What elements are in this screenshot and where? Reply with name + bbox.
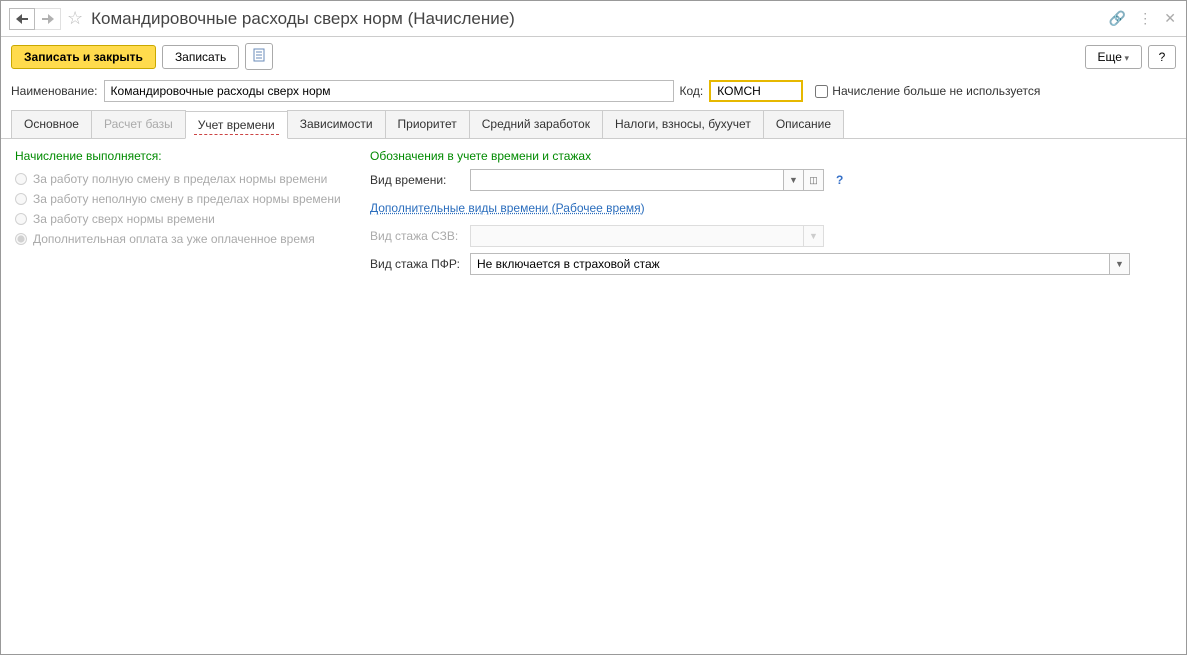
chevron-down-icon: ▼ (809, 231, 818, 241)
szv-dropdown-button: ▼ (804, 225, 824, 247)
tab-avg[interactable]: Средний заработок (469, 110, 603, 138)
name-input[interactable] (104, 80, 674, 102)
radio-partial-shift-label: За работу неполную смену в пределах норм… (33, 192, 341, 206)
nav-forward-button[interactable] (35, 8, 61, 30)
document-button[interactable] (245, 43, 273, 70)
left-section-title: Начисление выполняется: (15, 149, 350, 163)
toolbar: Записать и закрыть Записать Еще ? (1, 37, 1186, 76)
radio-additional-pay-label: Дополнительная оплата за уже оплаченное … (33, 232, 315, 246)
name-code-row: Наименование: Код: Начисление больше не … (1, 76, 1186, 110)
save-button[interactable]: Записать (162, 45, 239, 69)
close-icon[interactable]: ✕ (1164, 10, 1176, 27)
not-used-checkbox[interactable] (815, 85, 828, 98)
right-section-title: Обозначения в учете времени и стажах (370, 149, 1172, 163)
time-type-label: Вид времени: (370, 173, 464, 187)
nav-back-button[interactable] (9, 8, 35, 30)
pfr-input[interactable] (470, 253, 1110, 275)
arrow-left-icon (16, 14, 28, 24)
radio-full-shift (15, 173, 27, 185)
page-title: Командировочные расходы сверх норм (Начи… (91, 9, 1109, 29)
radio-overtime-label: За работу сверх нормы времени (33, 212, 215, 226)
tab-time-body: Начисление выполняется: За работу полную… (1, 139, 1186, 291)
save-and-close-button[interactable]: Записать и закрыть (11, 45, 156, 69)
chevron-down-icon: ▼ (789, 175, 798, 185)
document-icon (253, 48, 265, 62)
link-icon[interactable]: 🔗 (1109, 10, 1126, 27)
time-type-open-button[interactable]: ◫ (804, 169, 824, 191)
szv-label: Вид стажа СЗВ: (370, 229, 464, 243)
szv-input (470, 225, 804, 247)
tab-tax[interactable]: Налоги, взносы, бухучет (602, 110, 764, 138)
open-icon: ◫ (809, 175, 818, 186)
tab-desc[interactable]: Описание (763, 110, 844, 138)
time-type-help-icon[interactable]: ? (836, 173, 843, 187)
arrow-right-icon (42, 14, 54, 24)
radio-additional-pay (15, 233, 27, 245)
pfr-label: Вид стажа ПФР: (370, 257, 464, 271)
tab-priority[interactable]: Приоритет (385, 110, 470, 138)
not-used-label: Начисление больше не используется (832, 84, 1040, 98)
radio-overtime (15, 213, 27, 225)
time-type-input[interactable] (470, 169, 784, 191)
pfr-dropdown-button[interactable]: ▼ (1110, 253, 1130, 275)
additional-time-types-link[interactable]: Дополнительные виды времени (Рабочее вре… (370, 201, 645, 215)
tabs: Основное Расчет базы Учет времени Зависи… (1, 110, 1186, 139)
name-label: Наименование: (11, 84, 98, 98)
radio-full-shift-label: За работу полную смену в пределах нормы … (33, 172, 327, 186)
code-label: Код: (680, 84, 704, 98)
help-button[interactable]: ? (1148, 45, 1176, 69)
more-button[interactable]: Еще (1085, 45, 1142, 69)
time-type-dropdown-button[interactable]: ▼ (784, 169, 804, 191)
radio-partial-shift (15, 193, 27, 205)
tab-deps[interactable]: Зависимости (287, 110, 386, 138)
window-header: ☆ Командировочные расходы сверх норм (На… (1, 1, 1186, 37)
tab-time[interactable]: Учет времени (185, 111, 288, 139)
code-input[interactable] (709, 80, 803, 102)
kebab-menu-icon[interactable]: ⋮ (1138, 10, 1152, 27)
chevron-down-icon: ▼ (1115, 259, 1124, 269)
tab-base[interactable]: Расчет базы (91, 110, 186, 138)
tab-main[interactable]: Основное (11, 110, 92, 138)
favorite-star-icon[interactable]: ☆ (67, 8, 83, 29)
